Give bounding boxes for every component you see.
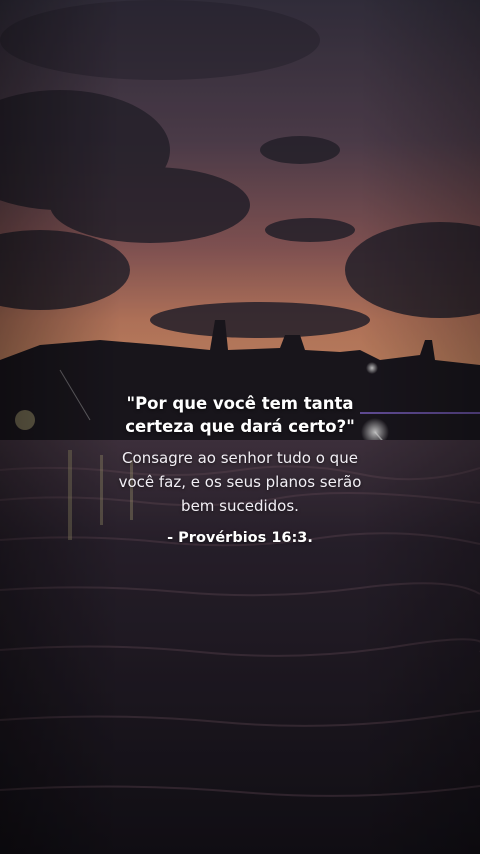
quote-reference: - Provérbios 16:3. [167,530,313,546]
quote-block: "Por que você tem tanta certeza que dará… [60,392,420,548]
quote-question: "Por que você tem tanta certeza que dará… [125,394,355,436]
background-photo: "Por que você tem tanta certeza que dará… [0,0,480,854]
quote-verse-text: Consagre ao senhor tudo o que você faz, … [118,449,362,515]
